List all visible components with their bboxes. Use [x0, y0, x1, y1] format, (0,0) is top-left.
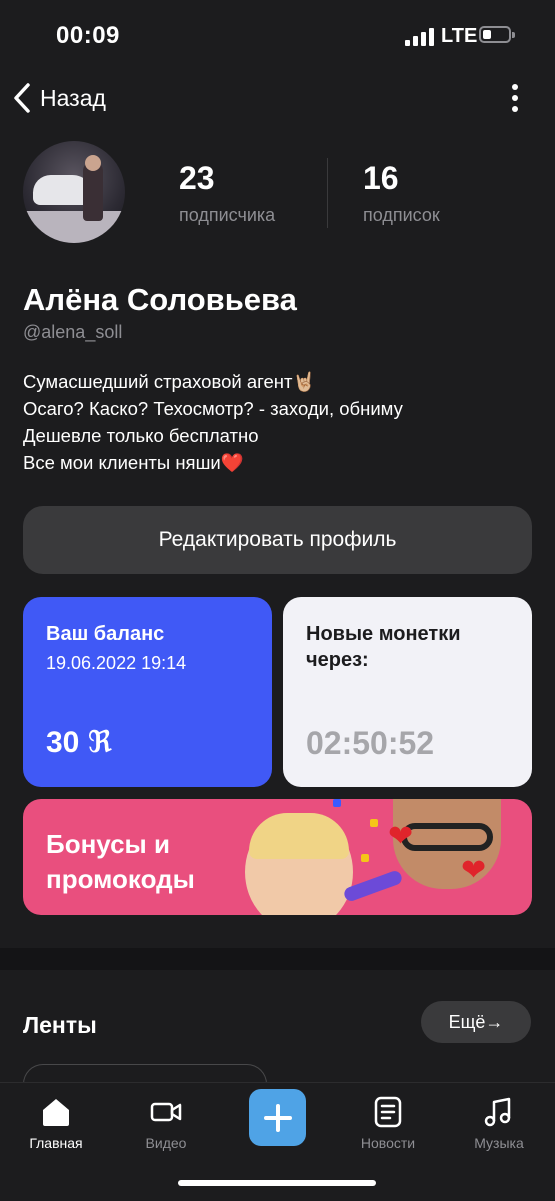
video-icon	[150, 1102, 182, 1122]
bio-line: Все мои клиенты няши❤️	[23, 452, 244, 473]
heart-icon: ❤	[461, 854, 487, 887]
tab-label: Главная	[29, 1135, 83, 1151]
battery-tip	[512, 32, 515, 38]
balance-title: Ваш баланс	[46, 623, 165, 645]
bonus-title: Бонусы и промокоды	[46, 827, 195, 897]
feeds-title: Ленты	[23, 1012, 97, 1038]
balance-card[interactable]: Ваш баланс 19.06.2022 19:14 30 ℜ	[23, 597, 272, 787]
stats-divider	[327, 158, 328, 228]
tab-label: Новости	[360, 1135, 416, 1151]
home-indicator	[178, 1180, 376, 1186]
tab-news[interactable]: Новости	[338, 1095, 438, 1151]
followers-label[interactable]: подписчика	[179, 205, 275, 226]
timer-title-line: Новые монетки	[306, 623, 461, 645]
network-label: LTE	[441, 25, 478, 47]
bonus-title-line: Бонусы и	[46, 829, 170, 859]
news-icon	[374, 1096, 402, 1128]
tab-video[interactable]: Видео	[116, 1095, 216, 1151]
edit-profile-button[interactable]: Редактировать профиль	[23, 506, 532, 574]
bonus-title-line: промокоды	[46, 864, 195, 894]
tab-music[interactable]: Музыка	[449, 1095, 549, 1151]
heart-icon: ❤	[388, 820, 414, 853]
music-icon	[484, 1097, 511, 1127]
confetti-shape	[361, 854, 369, 862]
more-options-icon[interactable]	[503, 82, 527, 114]
avatar[interactable]	[23, 141, 125, 243]
add-content-button[interactable]	[249, 1089, 306, 1146]
followers-count[interactable]: 23	[179, 160, 215, 197]
confetti-shape	[333, 799, 341, 807]
plus-icon	[263, 1103, 292, 1132]
timer-title: Новые монетки через:	[306, 621, 461, 673]
balance-date: 19.06.2022 19:14	[46, 653, 187, 673]
bio-line: Осаго? Каско? Техосмотр? - заходи, обним…	[23, 398, 403, 419]
chevron-left-icon	[14, 83, 30, 113]
profile-bio: Сумасшедший страховой агент🤘🏼 Осаго? Кас…	[23, 368, 403, 476]
status-time: 00:09	[56, 22, 120, 49]
timer-title-line: через:	[306, 649, 369, 671]
following-count[interactable]: 16	[363, 160, 399, 197]
confetti-shape	[370, 819, 378, 827]
memoji-girl-image	[245, 813, 353, 915]
bio-line: Дешевле только бесплатно	[23, 425, 259, 446]
profile-name: Алёна Соловьева	[23, 282, 297, 317]
coins-timer-card[interactable]: Новые монетки через: 02:50:52	[283, 597, 532, 787]
section-separator	[0, 948, 555, 970]
battery-icon	[479, 26, 511, 43]
timer-value: 02:50:52	[306, 725, 435, 761]
bio-line: Сумасшедший страховой агент🤘🏼	[23, 371, 316, 392]
home-icon	[43, 1099, 69, 1126]
back-button[interactable]: Назад	[12, 82, 106, 114]
feeds-more-button[interactable]: Ещё→	[421, 1001, 531, 1043]
following-label[interactable]: подписок	[363, 205, 440, 226]
back-label: Назад	[40, 84, 106, 111]
profile-handle: @alena_soll	[23, 322, 123, 342]
signal-icon	[405, 28, 437, 46]
tab-label: Видео	[145, 1135, 187, 1151]
balance-value: 30 ℜ	[46, 726, 113, 759]
bonus-promo-card[interactable]: Бонусы и промокоды ❤ ❤	[23, 799, 532, 915]
tab-home[interactable]: Главная	[6, 1095, 106, 1151]
tab-label: Музыка	[474, 1135, 524, 1151]
